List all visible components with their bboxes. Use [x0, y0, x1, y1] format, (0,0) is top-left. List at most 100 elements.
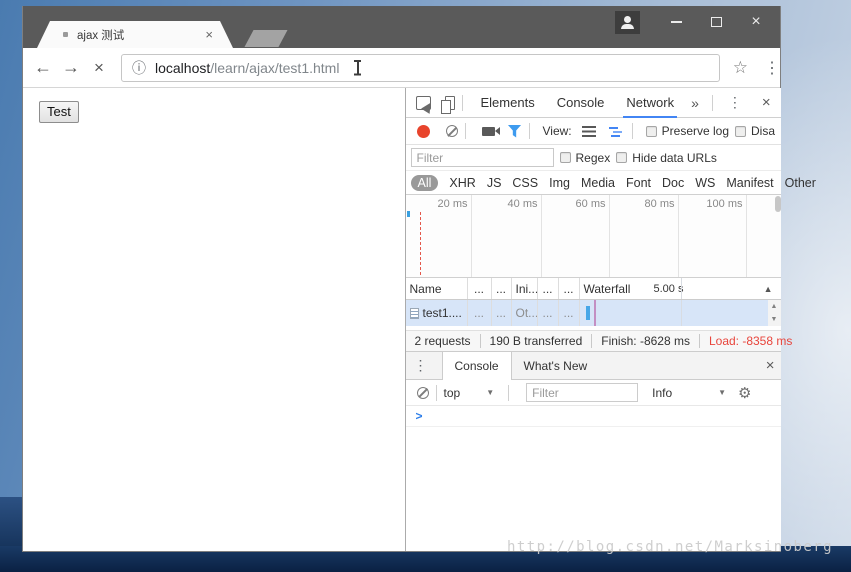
url-path: /learn/ajax/test1.html	[210, 60, 339, 76]
clear-console-icon[interactable]	[417, 387, 429, 399]
type-filter-media[interactable]: Media	[581, 176, 615, 190]
hide-data-urls-checkbox[interactable]	[616, 152, 627, 163]
finish-time: Finish: -8628 ms	[591, 334, 699, 348]
url-host: localhost	[155, 60, 210, 76]
waterfall-view-icon[interactable]	[609, 126, 625, 137]
console-prompt-row[interactable]: >	[406, 406, 781, 427]
col-name[interactable]: Name	[406, 278, 468, 299]
col-initiator[interactable]: Ini...	[512, 278, 538, 299]
request-name-cell: test1....	[406, 300, 468, 326]
address-bar[interactable]: ⓘ localhost /learn/ajax/test1.html	[121, 54, 720, 82]
type-filter-ws[interactable]: WS	[695, 176, 715, 190]
waterfall-request-bar	[586, 306, 590, 320]
execution-context-selector[interactable]: top ▼	[444, 386, 495, 400]
device-toolbar-icon[interactable]	[445, 96, 455, 110]
tab-console[interactable]: Console	[546, 88, 616, 118]
console-output[interactable]: >	[406, 406, 781, 551]
back-button[interactable]: ←	[29, 57, 57, 78]
col-size[interactable]: ...	[538, 278, 559, 299]
filter-funnel-icon[interactable]	[508, 125, 522, 138]
drawer-tab-console[interactable]: Console	[442, 352, 512, 380]
browser-menu-icon[interactable]: ⋮	[764, 58, 780, 78]
type-filter-js[interactable]: JS	[487, 176, 502, 190]
profile-button[interactable]	[615, 11, 640, 34]
record-button[interactable]	[417, 125, 430, 138]
log-level-selector[interactable]: Info ▼	[652, 386, 726, 400]
transferred-size: 190 B transferred	[480, 334, 592, 348]
tab-elements[interactable]: Elements	[470, 88, 546, 118]
list-view-icon[interactable]	[582, 126, 596, 137]
stop-button[interactable]: ×	[85, 58, 113, 78]
drawer-tab-whats-new[interactable]: What's New	[512, 352, 600, 380]
console-toolbar: top ▼ Info ▼ ⚙	[406, 380, 781, 406]
screenshot-camera-icon[interactable]	[482, 127, 495, 136]
type-filter-other[interactable]: Other	[785, 176, 816, 190]
overview-scrollbar[interactable]	[775, 196, 781, 212]
clear-requests-icon[interactable]	[446, 125, 458, 137]
type-filter-doc[interactable]: Doc	[662, 176, 684, 190]
test-button[interactable]: Test	[39, 101, 79, 123]
resource-type-filters: All XHR JS CSS Img Media Font Doc WS Man…	[406, 171, 781, 195]
forward-button[interactable]: →	[57, 57, 85, 78]
type-filter-manifest[interactable]: Manifest	[726, 176, 773, 190]
table-row[interactable]: test1.... ... ... Ot... ... ... ▲	[406, 300, 781, 326]
minimize-button[interactable]	[660, 9, 692, 35]
chevron-down-icon: ▼	[486, 388, 494, 397]
person-icon-body	[621, 24, 634, 29]
disable-cache-checkbox[interactable]	[735, 126, 746, 137]
type-filter-css[interactable]: CSS	[512, 176, 538, 190]
hide-data-urls-label: Hide data URLs	[632, 151, 717, 165]
document-icon	[410, 308, 419, 319]
timeline-tick: 40 ms	[480, 198, 538, 210]
browser-window: ajax 测试 × × ← → × ⓘ localhost /le	[22, 6, 781, 552]
close-button[interactable]: ×	[740, 9, 772, 35]
maximize-button[interactable]	[700, 9, 732, 35]
col-type[interactable]: ...	[492, 278, 512, 299]
col-waterfall[interactable]: Waterfall 5.00 s ▲	[580, 278, 781, 299]
network-filter-input[interactable]	[411, 148, 554, 167]
timeline-tick: 80 ms	[617, 198, 675, 210]
browser-tab[interactable]: ajax 测试 ×	[37, 21, 233, 48]
regex-label: Regex	[576, 151, 611, 165]
drawer-close-icon[interactable]: ×	[760, 357, 781, 374]
type-filter-img[interactable]: Img	[549, 176, 570, 190]
devtools-menu-icon[interactable]: ⋮	[720, 94, 750, 111]
console-prompt-icon: >	[416, 409, 423, 423]
tab-favicon-icon	[63, 32, 68, 37]
tab-close-icon[interactable]: ×	[205, 28, 213, 41]
table-scrollbar[interactable]: ▲ ▼	[768, 300, 781, 326]
maximize-icon	[711, 17, 722, 27]
regex-checkbox[interactable]	[560, 152, 571, 163]
disable-cache-label: Disa	[751, 124, 775, 138]
desktop-background: ajax 测试 × × ← → × ⓘ localhost /le	[0, 0, 851, 572]
waterfall-dcl-line	[594, 300, 596, 326]
scroll-up-icon[interactable]: ▲	[771, 303, 778, 310]
navigation-toolbar: ← → × ⓘ localhost /learn/ajax/test1.html…	[23, 48, 780, 88]
network-overview-timeline[interactable]: 20 ms 40 ms 60 ms 80 ms 100 ms	[406, 195, 781, 278]
scroll-down-icon[interactable]: ▼	[771, 316, 778, 323]
page-info-icon[interactable]: ⓘ	[132, 58, 146, 78]
preserve-log-checkbox[interactable]	[646, 126, 657, 137]
drawer-menu-icon[interactable]: ⋮	[406, 357, 436, 374]
tab-network[interactable]: Network	[615, 88, 685, 118]
type-filter-xhr[interactable]: XHR	[449, 176, 475, 190]
content-area: Test Elements Console Network » ⋮ ×	[23, 88, 780, 551]
dcl-event-marker	[407, 211, 410, 217]
view-label: View:	[543, 124, 572, 138]
console-settings-gear-icon[interactable]: ⚙	[738, 384, 751, 402]
sort-ascending-icon[interactable]: ▲	[764, 278, 773, 299]
inspect-element-icon[interactable]	[416, 96, 431, 110]
devtools-close-icon[interactable]: ×	[756, 94, 777, 111]
type-filter-font[interactable]: Font	[626, 176, 651, 190]
bookmark-star-icon[interactable]: ☆	[733, 58, 748, 78]
new-tab-button[interactable]	[244, 30, 287, 47]
drawer-tab-bar: ⋮ Console What's New ×	[406, 352, 781, 380]
type-filter-all[interactable]: All	[411, 175, 439, 191]
window-controls: ×	[615, 6, 772, 38]
person-icon	[624, 16, 631, 23]
col-status[interactable]: ...	[468, 278, 492, 299]
close-icon: ×	[751, 14, 760, 30]
col-time[interactable]: ...	[559, 278, 580, 299]
more-tabs-icon[interactable]: »	[685, 95, 705, 111]
console-filter-input[interactable]	[526, 383, 638, 402]
